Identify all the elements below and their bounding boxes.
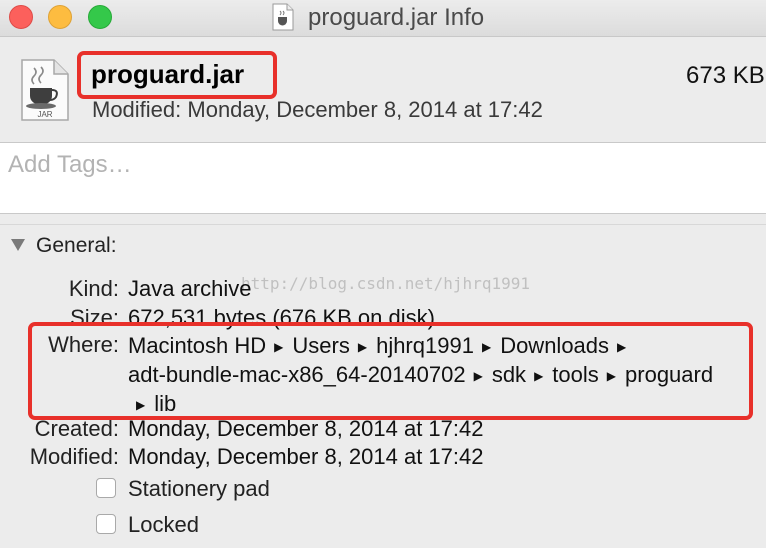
jar-file-icon [272, 3, 294, 31]
file-size-summary: 673 KB [686, 62, 765, 89]
locked-checkbox[interactable] [96, 514, 116, 534]
jar-file-icon: JAR [21, 59, 69, 121]
locked-label[interactable]: Locked [128, 512, 199, 538]
svg-text:JAR: JAR [37, 110, 52, 119]
divider [0, 224, 766, 225]
section-general-label[interactable]: General: [36, 234, 117, 258]
annotation-box-where [28, 322, 753, 420]
disclosure-triangle-icon[interactable] [10, 237, 26, 253]
add-tags-input[interactable] [6, 149, 750, 181]
kind-label: Kind: [68, 276, 119, 301]
modified-summary: Modified: Monday, December 8, 2014 at 17… [92, 97, 543, 122]
zoom-button[interactable] [88, 5, 112, 29]
modified-value: Monday, December 8, 2014 at 17:42 [128, 444, 484, 469]
modified-label: Modified: [29, 444, 119, 469]
stationery-pad-checkbox[interactable] [96, 478, 116, 498]
minimize-button[interactable] [48, 5, 72, 29]
tags-area [0, 142, 766, 214]
close-button[interactable] [9, 5, 33, 29]
watermark: http://blog.csdn.net/hjhrq1991 [241, 274, 530, 293]
annotation-box-filename [77, 51, 277, 99]
kind-value: Java archive [128, 276, 252, 301]
window-title: proguard.jar Info [308, 4, 485, 31]
stationery-pad-label[interactable]: Stationery pad [128, 476, 270, 502]
title-bar: proguard.jar Info [0, 0, 766, 37]
